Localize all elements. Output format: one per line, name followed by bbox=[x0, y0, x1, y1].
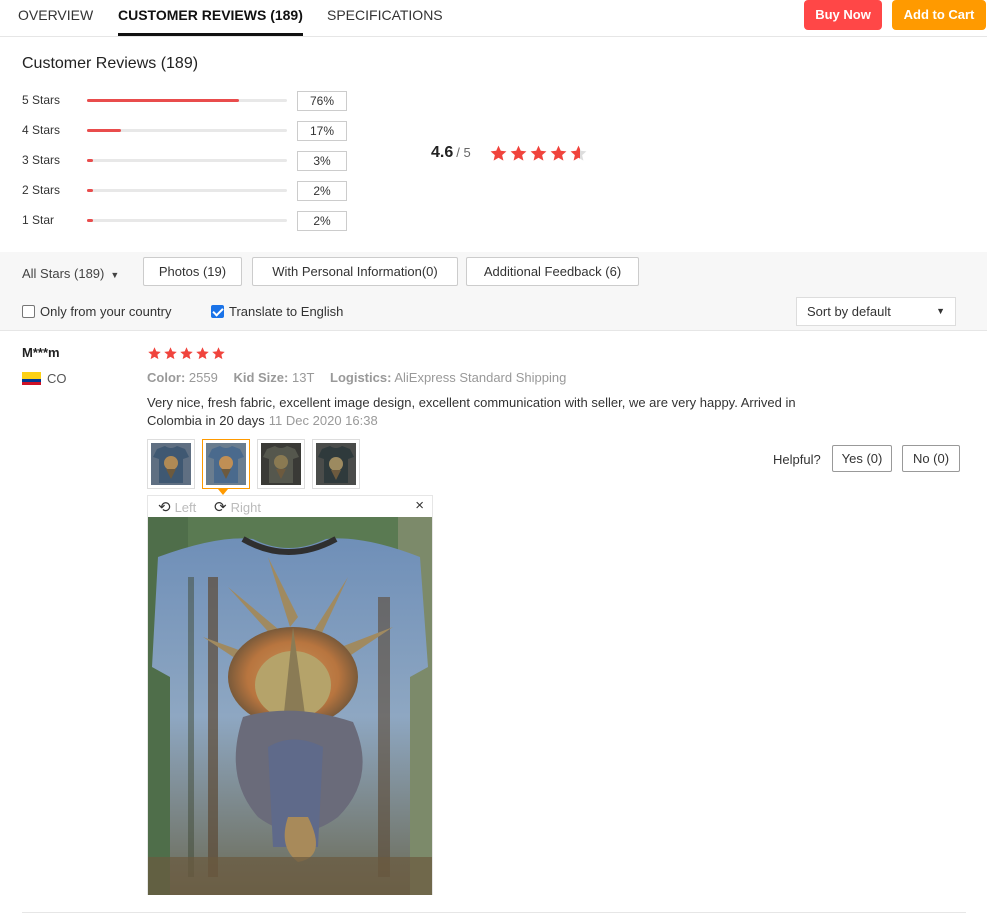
star-icon bbox=[510, 145, 527, 161]
kid-size-value: 13T bbox=[291, 370, 315, 385]
buy-now-button[interactable]: Buy Now bbox=[804, 0, 882, 30]
photo-viewer-toolbar: ⟲ Left ⟳ Right × bbox=[148, 496, 432, 517]
review-date: 11 Dec 2020 16:38 bbox=[268, 413, 378, 428]
only-country-label: Only from your country bbox=[40, 304, 172, 319]
all-stars-dropdown[interactable]: All Stars (189) ▼ bbox=[22, 266, 119, 281]
star-icon bbox=[550, 145, 567, 161]
rating-bar bbox=[87, 99, 287, 102]
overall-stars bbox=[489, 144, 588, 163]
rotate-left-icon: ⟲ bbox=[158, 499, 171, 516]
review-content: Very nice, fresh fabric, excellent image… bbox=[147, 394, 847, 430]
sort-value: Sort by default bbox=[807, 304, 891, 319]
rotate-right-icon: ⟳ bbox=[214, 499, 227, 516]
logistics-label: Logistics: bbox=[330, 370, 392, 385]
photo-viewer: ⟲ Left ⟳ Right × bbox=[147, 495, 433, 895]
product-tab-bar: OVERVIEW CUSTOMER REVIEWS (189) SPECIFIC… bbox=[0, 0, 987, 37]
personal-info-filter-button[interactable]: With Personal Information(0) bbox=[252, 257, 458, 286]
overall-rating: 4.6/ 5 bbox=[431, 144, 587, 166]
helpful-yes-button[interactable]: Yes (0) bbox=[832, 445, 892, 472]
tshirt-photo-icon bbox=[261, 443, 301, 485]
close-icon[interactable]: × bbox=[415, 497, 424, 514]
rating-bar-fill bbox=[87, 219, 93, 222]
review-meta: Color: 2559 Kid Size: 13T Logistics: Ali… bbox=[147, 370, 566, 385]
review-photo-thumbnail[interactable] bbox=[257, 439, 305, 489]
tab-overview[interactable]: OVERVIEW bbox=[18, 0, 93, 37]
rating-percent: 17% bbox=[297, 121, 347, 141]
helpful-no-button[interactable]: No (0) bbox=[902, 445, 960, 472]
checkbox-icon bbox=[211, 305, 224, 318]
reviewer-country: CO bbox=[47, 371, 67, 386]
translate-checkbox[interactable]: Translate to English bbox=[211, 304, 343, 320]
rating-label: 3 Stars bbox=[22, 153, 61, 167]
all-stars-label: All Stars (189) bbox=[22, 266, 105, 281]
review-separator bbox=[22, 912, 966, 913]
rating-bar bbox=[87, 189, 287, 192]
rating-percent: 76% bbox=[297, 91, 347, 111]
logistics-value: AliExpress Standard Shipping bbox=[394, 370, 567, 385]
star-icon bbox=[196, 347, 209, 360]
tab-specifications[interactable]: SPECIFICATIONS bbox=[327, 0, 443, 37]
rating-percent: 2% bbox=[297, 211, 347, 231]
tshirt-photo-icon bbox=[151, 443, 191, 485]
star-icon bbox=[164, 347, 177, 360]
rating-bar bbox=[87, 159, 287, 162]
rotate-left-label: Left bbox=[174, 500, 197, 515]
color-label: Color: bbox=[147, 370, 186, 385]
rotate-right-label: Right bbox=[230, 500, 261, 515]
sort-select[interactable]: Sort by default ▼ bbox=[796, 297, 956, 326]
rating-bar bbox=[87, 219, 287, 222]
rating-label: 4 Stars bbox=[22, 123, 61, 137]
rotate-left-button[interactable]: ⟲ Left bbox=[158, 498, 196, 516]
chevron-down-icon: ▼ bbox=[936, 306, 945, 316]
rating-label: 2 Stars bbox=[22, 183, 61, 197]
star-icon bbox=[490, 145, 507, 161]
rating-label: 1 Star bbox=[22, 213, 55, 227]
rotate-right-button[interactable]: ⟳ Right bbox=[214, 498, 261, 516]
review-stars bbox=[147, 346, 226, 361]
star-icon bbox=[148, 347, 161, 360]
checkbox-icon bbox=[22, 305, 35, 318]
review-photo-large bbox=[148, 517, 432, 895]
rating-label: 5 Stars bbox=[22, 93, 61, 107]
rating-bar-fill bbox=[87, 99, 239, 102]
translate-label: Translate to English bbox=[229, 304, 344, 319]
kid-size-label: Kid Size: bbox=[233, 370, 289, 385]
color-value: 2559 bbox=[188, 370, 218, 385]
additional-feedback-filter-button[interactable]: Additional Feedback (6) bbox=[466, 257, 639, 286]
chevron-down-icon: ▼ bbox=[110, 270, 120, 280]
colombia-flag-icon bbox=[22, 372, 41, 385]
reviews-heading: Customer Reviews (189) bbox=[22, 55, 199, 72]
photos-filter-button[interactable]: Photos (19) bbox=[143, 257, 242, 286]
star-icon bbox=[180, 347, 193, 360]
review-photo-thumbnail[interactable] bbox=[202, 439, 250, 489]
review-text: Very nice, fresh fabric, excellent image… bbox=[147, 395, 796, 428]
helpful-label: Helpful? bbox=[773, 452, 821, 467]
tab-customer-reviews[interactable]: CUSTOMER REVIEWS (189) bbox=[118, 0, 303, 37]
rating-bar-fill bbox=[87, 129, 121, 132]
rating-bar bbox=[87, 129, 287, 132]
tshirt-photo-icon bbox=[206, 443, 246, 485]
only-country-checkbox[interactable]: Only from your country bbox=[22, 304, 172, 320]
review-photo-thumbnail[interactable] bbox=[147, 439, 195, 489]
rating-percent: 2% bbox=[297, 181, 347, 201]
rating-percent: 3% bbox=[297, 151, 347, 171]
overall-score: 4.6 bbox=[431, 144, 454, 161]
overall-out-of: / 5 bbox=[456, 145, 471, 160]
add-to-cart-button[interactable]: Add to Cart bbox=[892, 0, 986, 30]
rating-bar-fill bbox=[87, 159, 93, 162]
star-icon bbox=[570, 145, 587, 161]
review-photo-thumbnail[interactable] bbox=[312, 439, 360, 489]
reviewer-name: M***m bbox=[22, 345, 60, 360]
star-icon bbox=[530, 145, 547, 161]
rating-bar-fill bbox=[87, 189, 93, 192]
star-icon bbox=[212, 347, 225, 360]
tshirt-photo-icon bbox=[316, 443, 356, 485]
